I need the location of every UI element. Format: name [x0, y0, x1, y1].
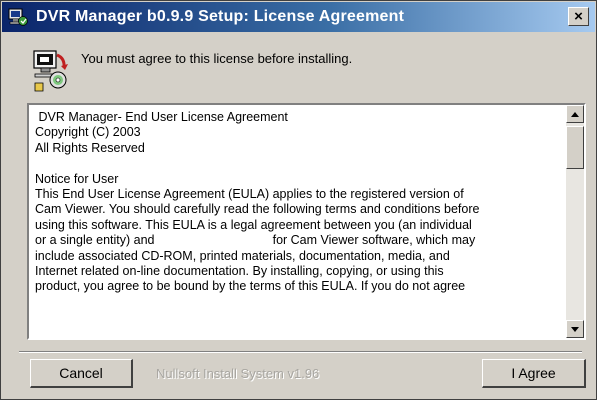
- cancel-button-label: Cancel: [59, 365, 103, 381]
- close-icon: ×: [574, 8, 583, 25]
- license-line: This End User License Agreement (EULA) a…: [35, 187, 464, 202]
- installer-branding: Nullsoft Install System v1.96: [156, 366, 320, 381]
- scroll-down-arrow-icon: [571, 326, 579, 332]
- installer-icon: [6, 5, 30, 29]
- scroll-up-arrow-icon: [571, 111, 579, 117]
- close-button[interactable]: ×: [568, 7, 589, 26]
- license-line: [35, 156, 561, 171]
- footer-divider: [19, 351, 582, 353]
- license-line: or a single entity) and for Cam Viewer s…: [35, 233, 476, 248]
- license-line: Internet related on-line documentation. …: [35, 264, 444, 279]
- setup-window: DVR Manager b0.9.9 Setup: License Agreem…: [0, 0, 597, 400]
- license-line: Notice for User: [35, 171, 119, 186]
- license-scrollbar[interactable]: [566, 105, 584, 338]
- license-instruction: You must agree to this license before in…: [81, 51, 353, 66]
- license-line: Copyright (C) 2003: [35, 125, 141, 140]
- agree-button-label: I Agree: [511, 365, 556, 381]
- window-title: DVR Manager b0.9.9 Setup: License Agreem…: [36, 8, 405, 25]
- scroll-down-button[interactable]: [566, 320, 584, 338]
- license-line: DVR Manager- End User License Agreement: [35, 110, 288, 124]
- cancel-button[interactable]: Cancel: [30, 359, 133, 388]
- scroll-up-button[interactable]: [566, 105, 584, 123]
- license-text: DVR Manager- End User License Agreement …: [35, 110, 561, 334]
- title-bar[interactable]: DVR Manager b0.9.9 Setup: License Agreem…: [2, 2, 595, 32]
- license-line: Cam Viewer. You should carefully read th…: [35, 202, 480, 217]
- license-line: include associated CD-ROM, printed mater…: [35, 248, 450, 263]
- license-document-icon: [31, 47, 71, 95]
- license-line: product, you agree to be bound by the te…: [35, 279, 466, 294]
- license-line: All Rights Reserved: [35, 140, 145, 155]
- agree-button[interactable]: I Agree: [482, 359, 586, 388]
- license-text-box[interactable]: DVR Manager- End User License Agreement …: [27, 103, 586, 340]
- scroll-thumb[interactable]: [566, 126, 584, 169]
- license-line: using this software. This EULA is a lega…: [35, 217, 472, 232]
